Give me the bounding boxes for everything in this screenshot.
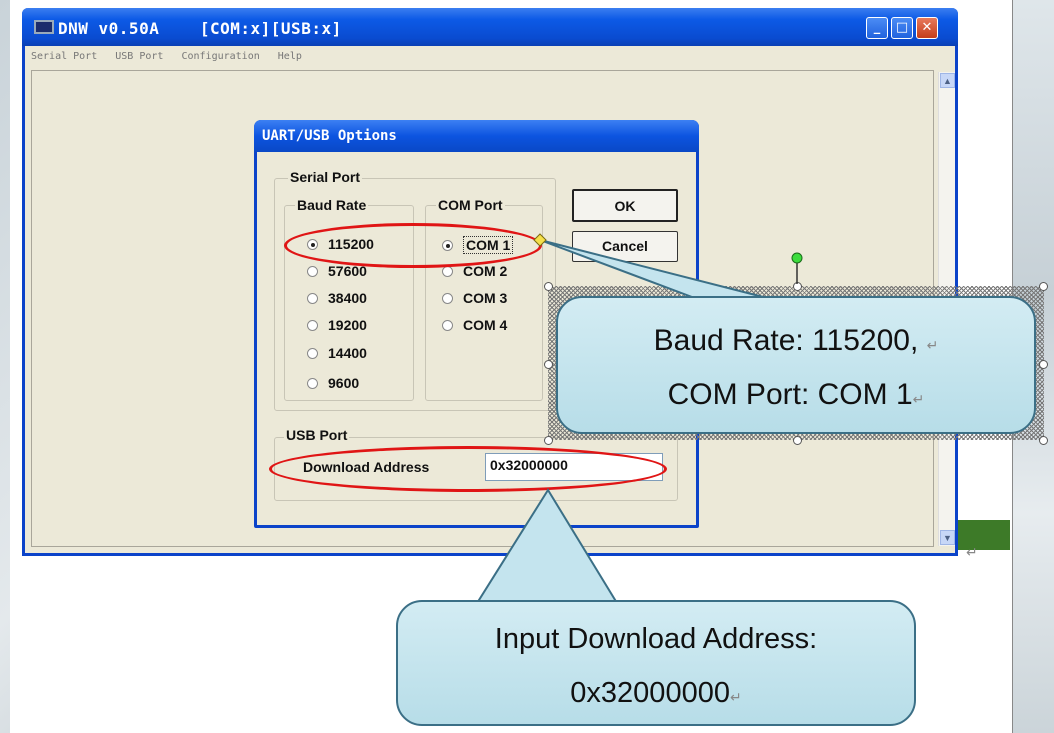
adjust-handle-icon: [533, 233, 547, 247]
download-callout[interactable]: Input Download Address: 0x32000000↵: [396, 600, 916, 726]
paragraph-mark: ↵: [926, 337, 939, 353]
paragraph-mark: ↵: [729, 689, 742, 705]
download-callout-line1: Input Download Address:: [494, 623, 818, 655]
download-callout-tail: [472, 488, 622, 609]
serial-callout-line2: COM Port: COM 1: [667, 378, 913, 411]
rotate-handle-icon: [791, 252, 803, 264]
paragraph-mark: ↵: [912, 391, 925, 407]
download-callout-line2: 0x32000000: [570, 677, 730, 709]
serial-callout[interactable]: Baud Rate: 115200, ↵ COM Port: COM 1↵: [556, 296, 1036, 434]
serial-callout-line1: Baud Rate: 115200,: [653, 324, 919, 357]
paragraph-mark: ↵: [966, 544, 978, 560]
serial-callout-tail: [539, 239, 776, 301]
